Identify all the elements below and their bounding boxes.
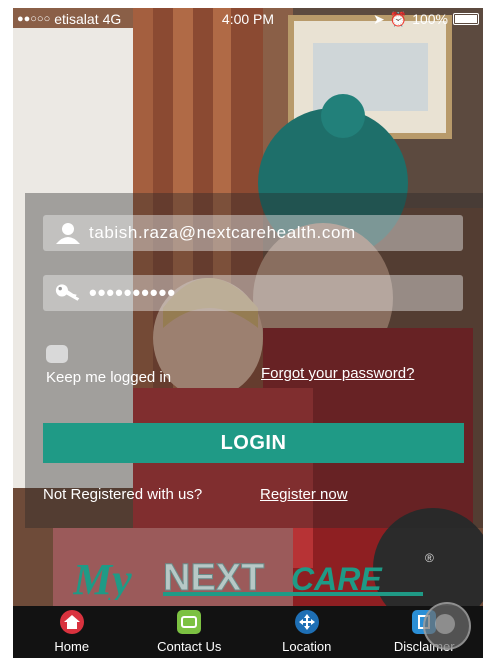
password-field[interactable]: •••••••••• xyxy=(43,275,463,311)
password-value: •••••••••• xyxy=(89,280,177,305)
location-arrow-icon: ➤ xyxy=(373,10,385,27)
email-value: tabish.raza@nextcarehealth.com xyxy=(89,223,356,242)
registered-mark: ® xyxy=(425,551,434,565)
home-icon xyxy=(59,610,84,634)
tab-home-label: Home xyxy=(54,639,90,654)
tab-home[interactable]: Home xyxy=(13,606,131,658)
register-now-link[interactable]: Register now xyxy=(260,486,348,503)
battery-percent: 100% xyxy=(412,11,448,27)
not-registered-text: Not Registered with us? xyxy=(43,486,203,503)
bottom-tab-bar: Home Contact Us Location Disclaimer xyxy=(13,606,483,658)
tab-contact-us[interactable]: Contact Us xyxy=(131,606,249,658)
key-icon xyxy=(55,281,81,305)
forgot-password-link[interactable]: Forgot your password? xyxy=(261,365,414,382)
assistive-touch-button[interactable] xyxy=(423,602,471,650)
contact-icon xyxy=(177,610,202,634)
user-icon xyxy=(55,221,81,245)
location-icon xyxy=(294,610,319,634)
login-panel: tabish.raza@nextcarehealth.com •••••••••… xyxy=(25,193,483,528)
battery-icon xyxy=(453,13,479,25)
app-screen: ●●○○○ etisalat 4G 4:00 PM ➤ ⏰ 100% tabis… xyxy=(13,8,483,658)
status-bar: ●●○○○ etisalat 4G 4:00 PM ➤ ⏰ 100% xyxy=(13,8,483,30)
tab-contact-us-label: Contact Us xyxy=(157,639,222,654)
keep-logged-in-label: Keep me logged in xyxy=(46,369,172,386)
mynextcare-logo: My NEXT CARE ® xyxy=(73,551,434,600)
email-field[interactable]: tabish.raza@nextcarehealth.com xyxy=(43,215,463,251)
tab-location-label: Location xyxy=(282,639,332,654)
logo-care-text: CARE xyxy=(291,561,383,597)
login-button[interactable]: LOGIN xyxy=(43,423,464,463)
logo-my-text: My xyxy=(73,555,132,600)
tab-location[interactable]: Location xyxy=(248,606,366,658)
status-time: 4:00 PM xyxy=(221,11,275,27)
keep-logged-in-checkbox[interactable] xyxy=(46,345,68,363)
alarm-icon: ⏰ xyxy=(389,10,408,27)
